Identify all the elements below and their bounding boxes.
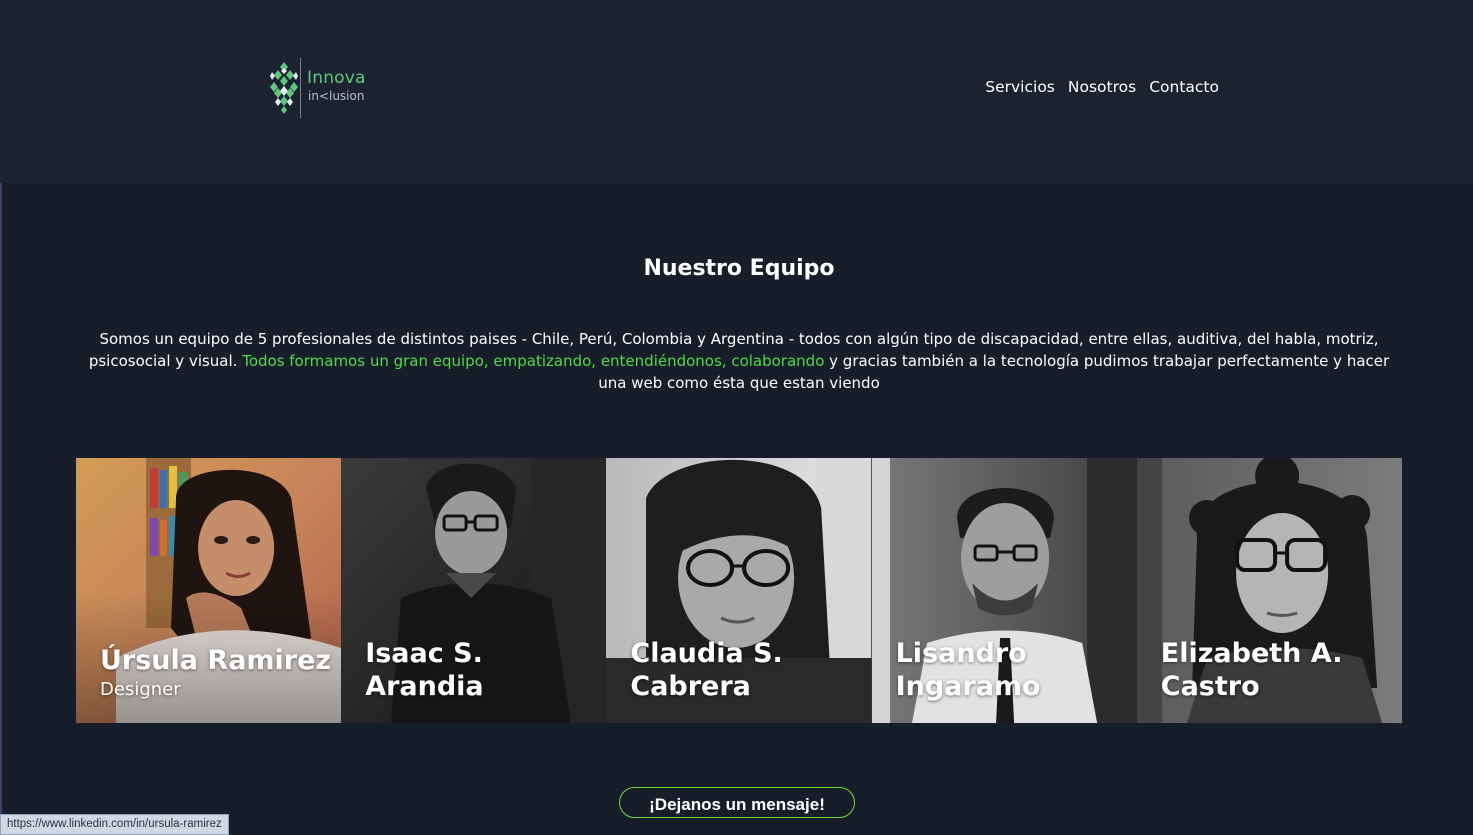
member-name-text: Claudia S. Cabrera — [630, 638, 783, 702]
leave-message-button[interactable]: ¡Dejanos un mensaje! — [619, 787, 855, 818]
site-header: Innova in<lusion Servicios Nosotros Cont… — [0, 0, 1473, 183]
team-card-ursula[interactable]: Úrsula Ramirez Designer — [76, 458, 342, 723]
member-role: Designer — [100, 679, 181, 700]
member-name-text: Elizabeth A. Castro — [1160, 638, 1343, 702]
team-grid: Úrsula Ramirez Designer Isaac S. Arandia — [76, 458, 1402, 723]
nav-link-contacto[interactable]: Contacto — [1149, 78, 1219, 96]
member-name: Úrsula Ramirez Designer — [100, 644, 331, 703]
nav-link-nosotros[interactable]: Nosotros — [1068, 78, 1136, 96]
site-logo[interactable]: Innova in<lusion — [270, 56, 390, 120]
team-card-elizabeth[interactable]: Elizabeth A. Castro — [1136, 458, 1402, 723]
member-name: Claudia S. Cabrera — [630, 637, 871, 703]
logo-divider — [300, 58, 301, 118]
team-intro-text: Somos un equipo de 5 profesionales de di… — [88, 328, 1390, 394]
section-title: Nuestro Equipo — [643, 256, 835, 281]
logo-mark-icon — [270, 62, 298, 114]
team-card-claudia[interactable]: Claudia S. Cabrera — [606, 458, 872, 723]
logo-text-primary: Innova — [307, 68, 366, 88]
intro-highlight-text: Todos formamos un gran equipo, empatizan… — [242, 352, 825, 370]
member-name-text: Úrsula Ramirez — [100, 645, 332, 676]
team-card-isaac[interactable]: Isaac S. Arandia — [341, 458, 607, 723]
member-name-text: Lisandro Ingaramo — [895, 638, 1041, 702]
member-name: Isaac S. Arandia — [365, 637, 606, 703]
member-name: Elizabeth A. Castro — [1161, 637, 1402, 703]
member-name: Lisandro Ingaramo — [896, 637, 1137, 703]
logo-text-secondary: in<lusion — [308, 89, 365, 103]
main-nav: Servicios Nosotros Contacto — [985, 78, 1219, 96]
status-bar-url: https://www.linkedin.com/in/ursula-ramir… — [0, 814, 229, 835]
member-name-text: Isaac S. Arandia — [365, 638, 484, 702]
nav-link-servicios[interactable]: Servicios — [985, 78, 1055, 96]
team-card-lisandro[interactable]: Lisandro Ingaramo — [871, 458, 1137, 723]
